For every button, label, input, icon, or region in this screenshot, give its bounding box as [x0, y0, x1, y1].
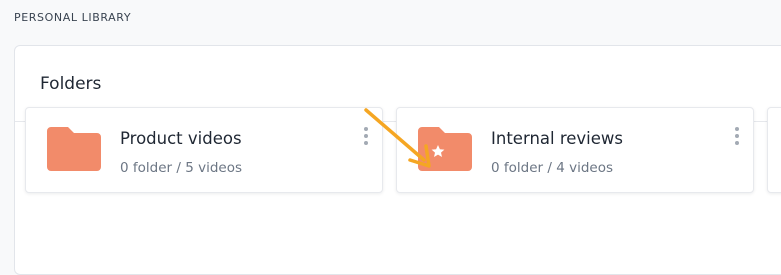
folder-name: Product videos — [120, 129, 242, 148]
folder-card-internal-reviews[interactable]: Internal reviews 0 folder / 4 videos — [396, 107, 754, 193]
folder-card-product-videos[interactable]: Product videos 0 folder / 5 videos — [25, 107, 383, 193]
folder-icon — [47, 125, 101, 171]
more-options-icon[interactable] — [730, 125, 744, 147]
panel-title: Folders — [40, 73, 102, 94]
folder-name: Internal reviews — [491, 129, 623, 148]
folder-star-icon — [418, 125, 472, 171]
folder-meta: 0 folder / 5 videos — [120, 160, 242, 176]
folder-card-partial[interactable] — [767, 107, 781, 193]
section-label: PERSONAL LIBRARY — [14, 11, 132, 24]
folder-grid: Product videos 0 folder / 5 videos Inter… — [25, 107, 781, 193]
folder-meta: 0 folder / 4 videos — [491, 160, 613, 176]
more-options-icon[interactable] — [359, 125, 373, 147]
